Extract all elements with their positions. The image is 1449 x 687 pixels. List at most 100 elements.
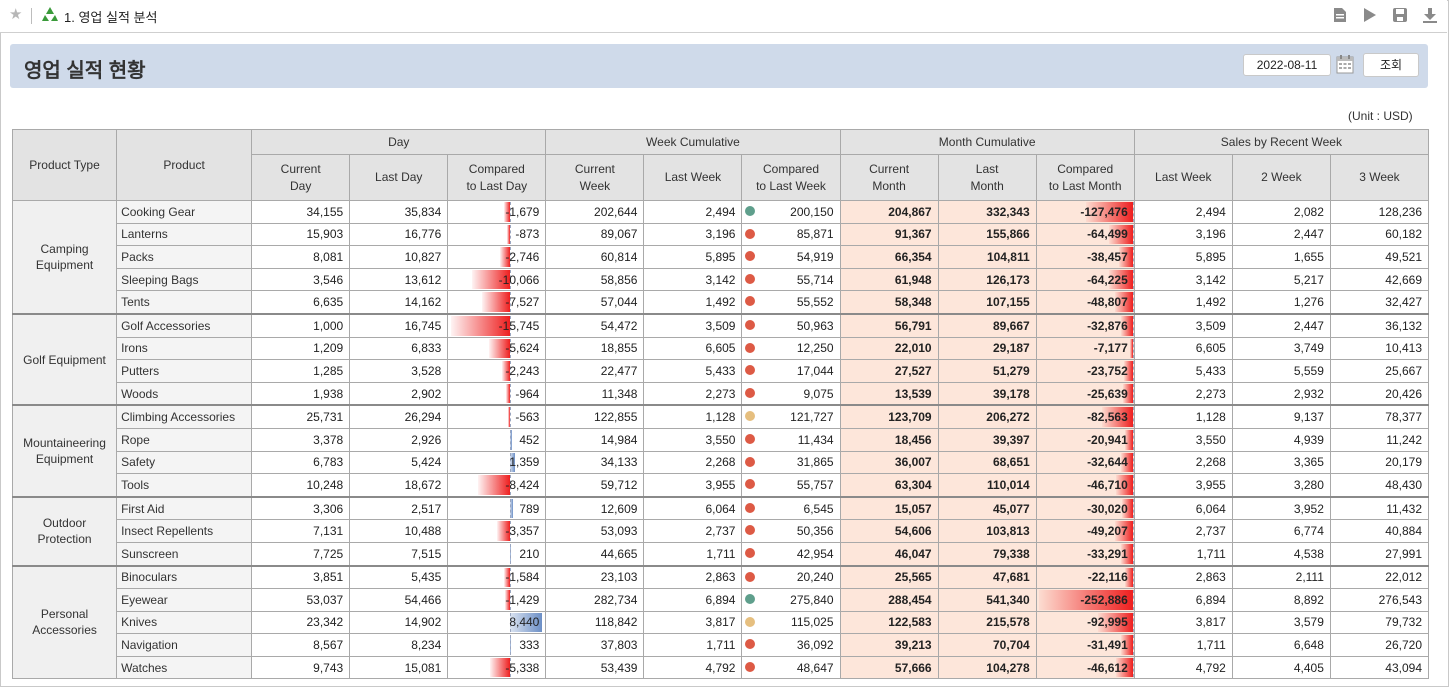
compared-cell: -15,745 bbox=[447, 312, 547, 338]
recent-2-week-cell: 1,276 bbox=[1231, 290, 1331, 315]
table-row[interactable]: Safety 6,783 5,424 1,359 34,133 2,268 31,865 36… bbox=[13, 450, 1430, 475]
last-month-cell: 215,578 bbox=[937, 610, 1037, 635]
current-week-cell: 44,665 bbox=[545, 541, 645, 567]
current-day-cell: 8,567 bbox=[251, 633, 351, 657]
favorite-star-icon[interactable]: ★ bbox=[9, 5, 22, 23]
table-row[interactable]: Tools 10,248 18,672 -8,424 59,712 3,955 55,757… bbox=[13, 473, 1430, 498]
current-month-cell: 18,456 bbox=[839, 427, 939, 452]
bar-axis bbox=[1132, 475, 1134, 495]
table-row[interactable]: Putters 1,285 3,528 -2,243 22,477 5,433 17,044… bbox=[13, 359, 1430, 383]
recent-last-week-cell: 2,494 bbox=[1133, 200, 1233, 224]
status-dot-icon bbox=[745, 228, 756, 239]
table-row[interactable]: Sunscreen 7,725 7,515 210 44,665 1,711 42,954 4… bbox=[13, 541, 1430, 567]
table-row[interactable]: Navigation 8,567 8,234 333 37,803 1,711 36,092… bbox=[13, 633, 1430, 657]
table-row[interactable]: Irons 1,209 6,833 -5,624 18,855 6,605 12,250 22… bbox=[13, 336, 1430, 361]
recent-3-week-cell: 20,426 bbox=[1329, 381, 1430, 406]
table-row[interactable]: Watches 9,743 15,081 -5,338 53,439 4,792 48,64… bbox=[13, 655, 1430, 680]
header-recent-last-week: Last Week bbox=[1133, 154, 1233, 201]
last-day-cell: 6,833 bbox=[349, 336, 449, 361]
compared-cell: -563 bbox=[447, 404, 547, 429]
table-row[interactable]: Packs 8,081 10,827 -2,746 60,814 5,895 54,919 6… bbox=[13, 245, 1430, 269]
recent-2-week-cell: 6,774 bbox=[1231, 519, 1331, 543]
table-row[interactable]: Camping Equipment Cooking Gear 34,155 35,834… bbox=[11, 199, 1430, 315]
bar-axis bbox=[1132, 521, 1134, 541]
bar-axis bbox=[510, 429, 512, 450]
current-day-cell: 7,131 bbox=[251, 519, 351, 543]
calendar-icon[interactable] bbox=[1336, 54, 1354, 74]
current-month-cell: 63,304 bbox=[839, 473, 939, 498]
last-month-cell: 39,397 bbox=[937, 427, 1037, 452]
table-row[interactable]: Lanterns 15,903 16,776 -873 89,067 3,196 85,87… bbox=[13, 222, 1430, 247]
product-cell: Irons bbox=[116, 336, 253, 361]
last-week-cell: 1,128 bbox=[643, 404, 743, 429]
header-compared-to-last-week: Compared to Last Week bbox=[741, 154, 841, 201]
compared-cell: -2,746 bbox=[447, 245, 547, 269]
bar-axis bbox=[1132, 567, 1134, 588]
table-row[interactable]: Golf Equipment Golf Accessories 1,000 16,74… bbox=[11, 312, 1430, 406]
table-row[interactable]: Sleeping Bags 3,546 13,612 -10,066 58,856 3,1… bbox=[13, 267, 1430, 292]
recent-last-week-cell: 1,711 bbox=[1133, 541, 1233, 567]
last-day-cell: 10,827 bbox=[349, 245, 449, 269]
unit-label: (Unit : USD) bbox=[1348, 109, 1413, 123]
compared-value: -964 bbox=[515, 386, 540, 401]
last-week-cell: 2,268 bbox=[643, 450, 743, 475]
status-dot-icon bbox=[745, 661, 756, 672]
recent-3-week-cell: 276,543 bbox=[1329, 588, 1430, 612]
table-row[interactable]: Rope 3,378 2,926 452 14,984 3,550 11,434 18,456… bbox=[13, 427, 1430, 452]
table-row[interactable]: Tents 6,635 14,162 -7,527 57,044 1,492 55,552 5… bbox=[13, 290, 1430, 315]
table-row[interactable]: Mountaineering Equipment Climbing Accessor… bbox=[11, 404, 1430, 498]
compared-value: 1,359 bbox=[509, 455, 540, 470]
last-day-cell: 2,902 bbox=[349, 381, 449, 406]
download-icon[interactable] bbox=[1421, 6, 1439, 24]
header-last-month: Last Month bbox=[937, 154, 1037, 201]
bar-axis bbox=[1132, 338, 1134, 359]
last-day-cell: 2,517 bbox=[349, 495, 449, 521]
date-field[interactable]: 2022-08-11 bbox=[1243, 54, 1331, 76]
table-row[interactable]: Outdoor Protection First Aid 3,306 2,517 789 1… bbox=[11, 495, 1430, 566]
compared-value: -46,710 bbox=[1087, 477, 1128, 492]
current-week-cell: 59,712 bbox=[545, 473, 645, 498]
compared-to-last-week-cell: 200,150 bbox=[741, 200, 841, 224]
compared-cell: -31,491 bbox=[1035, 633, 1135, 657]
compared-cell: -38,457 bbox=[1035, 245, 1135, 269]
recent-3-week-cell: 22,012 bbox=[1329, 564, 1430, 590]
table-row[interactable]: Woods 1,938 2,902 -964 11,348 2,273 9,075 13,53… bbox=[13, 381, 1430, 406]
table-row[interactable]: Personal Accessories Binoculars 3,851 5,435 -… bbox=[11, 564, 1430, 680]
table-row[interactable]: Knives 23,342 14,902 8,440 118,842 3,817 115,0… bbox=[13, 610, 1430, 635]
bar-axis bbox=[1132, 269, 1134, 290]
query-button[interactable]: 조회 bbox=[1363, 53, 1419, 77]
table-row[interactable]: Insect Repellents 7,131 10,488 -3,357 53,093… bbox=[13, 519, 1430, 543]
last-month-cell: 103,813 bbox=[937, 519, 1037, 543]
compared-value: -1,584 bbox=[505, 570, 540, 585]
compared-value: -49,207 bbox=[1087, 524, 1128, 539]
recent-2-week-cell: 8,892 bbox=[1231, 588, 1331, 612]
document-icon[interactable] bbox=[1331, 6, 1349, 24]
compared-value: -2,746 bbox=[505, 249, 540, 264]
last-day-cell: 13,612 bbox=[349, 267, 449, 292]
last-month-cell: 126,173 bbox=[937, 267, 1037, 292]
compared-value: -8,424 bbox=[505, 477, 540, 492]
current-day-cell: 1,938 bbox=[251, 381, 351, 406]
last-week-cell: 1,711 bbox=[643, 541, 743, 567]
product-cell: Tents bbox=[116, 290, 253, 315]
compared-week-value: 50,963 bbox=[796, 318, 834, 333]
compared-to-last-week-cell: 50,963 bbox=[741, 312, 841, 338]
status-dot-icon bbox=[745, 502, 756, 513]
compared-value: 8,440 bbox=[509, 615, 540, 630]
recent-2-week-cell: 5,559 bbox=[1231, 359, 1331, 383]
compared-cell: -64,225 bbox=[1035, 267, 1135, 292]
compared-to-last-week-cell: 121,727 bbox=[741, 404, 841, 429]
compared-value: -7,177 bbox=[1093, 341, 1128, 356]
product-cell: Sleeping Bags bbox=[116, 267, 253, 292]
recent-2-week-cell: 2,082 bbox=[1231, 200, 1331, 224]
compared-cell: -10,066 bbox=[447, 267, 547, 292]
compared-cell: -127,476 bbox=[1035, 200, 1135, 224]
table-row[interactable]: Eyewear 53,037 54,466 -1,429 282,734 6,894 275… bbox=[13, 588, 1430, 612]
last-month-cell: 110,014 bbox=[937, 473, 1037, 498]
current-week-cell: 18,855 bbox=[545, 336, 645, 361]
play-icon[interactable] bbox=[1361, 6, 1379, 24]
save-icon[interactable] bbox=[1391, 6, 1409, 24]
recent-3-week-cell: 26,720 bbox=[1329, 633, 1430, 657]
compared-week-value: 9,075 bbox=[803, 386, 834, 401]
recent-2-week-cell: 3,365 bbox=[1231, 450, 1331, 475]
